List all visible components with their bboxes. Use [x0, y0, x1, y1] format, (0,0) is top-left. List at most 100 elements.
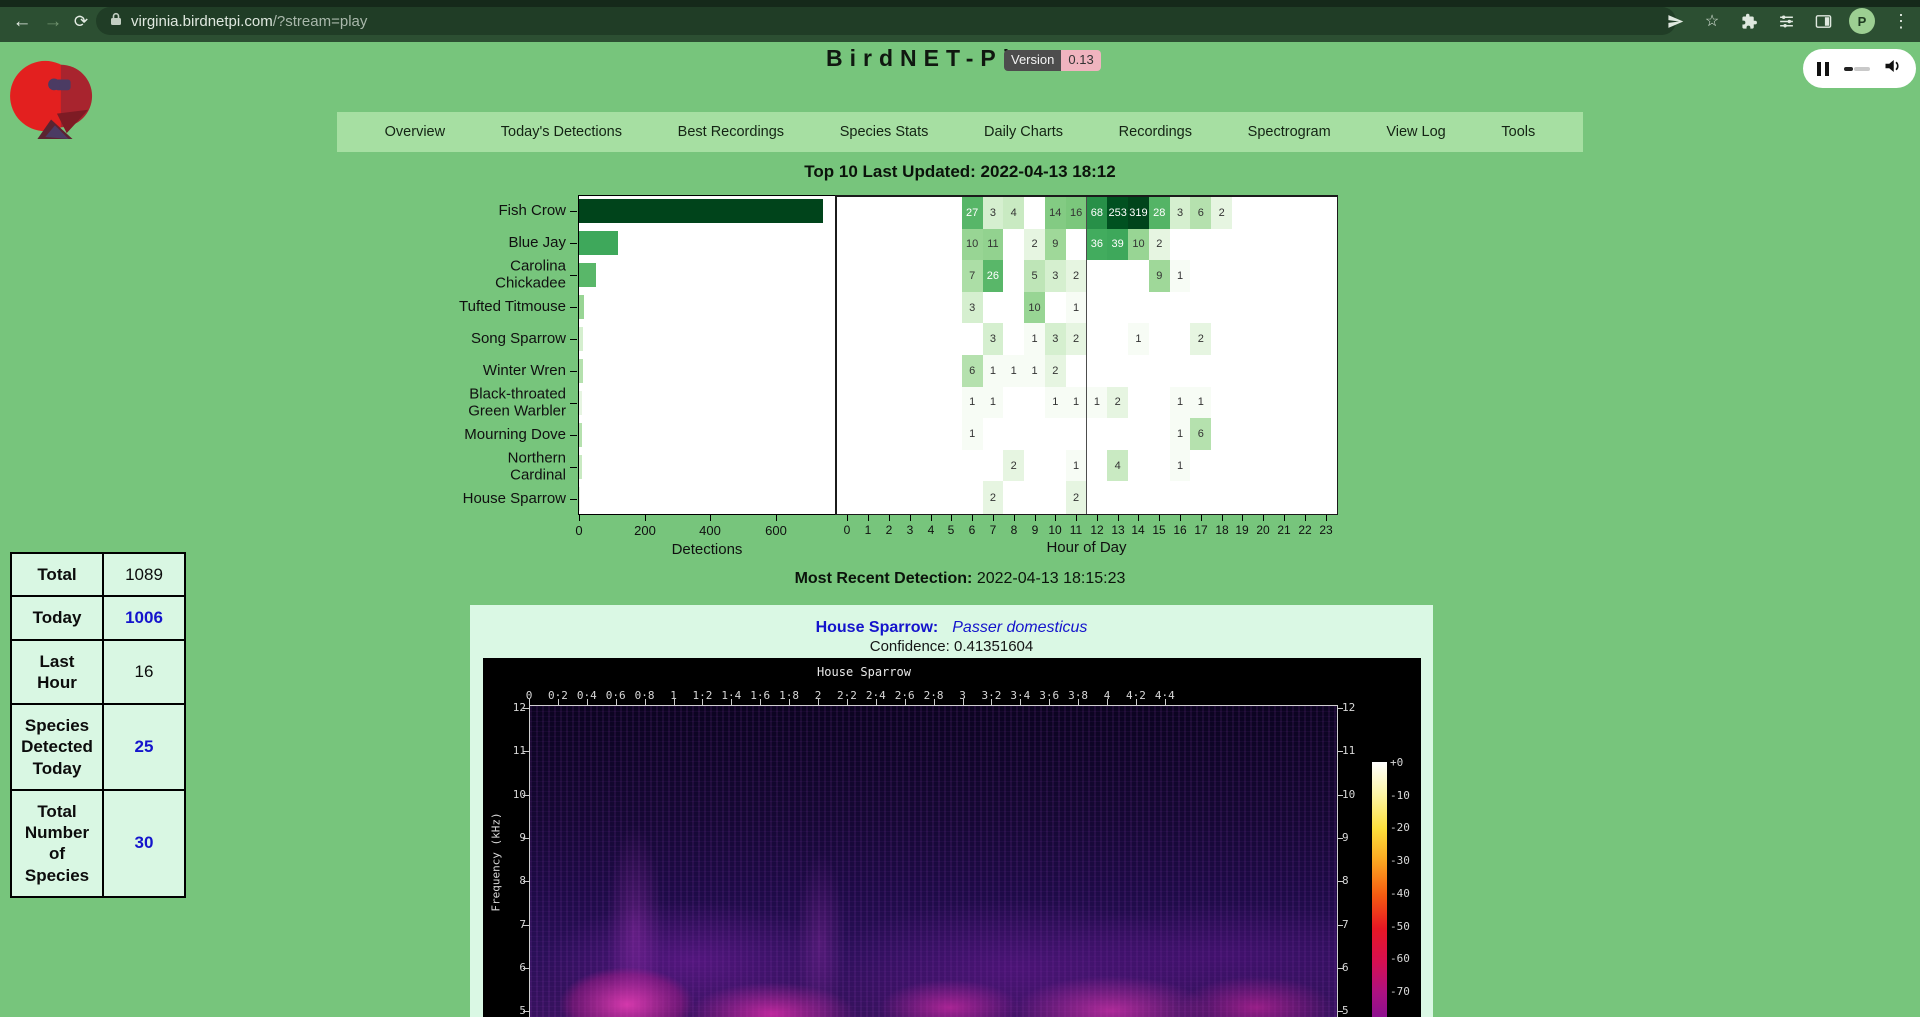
heatmap-cell [1024, 197, 1046, 230]
heatmap-cell: 2 [1003, 450, 1025, 483]
heatmap-cell [899, 418, 921, 451]
heatmap-cell: 1 [1170, 418, 1192, 451]
heatmap-cell: 1 [1066, 292, 1088, 325]
page: ← → ⟳ virginia.birdnetpi.com/?stream=pla… [0, 0, 1920, 1017]
heatmap-cell [1211, 229, 1233, 262]
heatmap-cell [1294, 323, 1316, 356]
stats-row: Today1006 [11, 596, 185, 639]
heatmap-cell [1232, 323, 1254, 356]
colorbar-tick-label: -60 [1390, 952, 1410, 965]
most-recent-time: 2022-04-13 18:15:23 [977, 570, 1126, 587]
heatmap-cell [837, 260, 859, 293]
heatmap-cell: 1 [1024, 323, 1046, 356]
spectro-x-tick [876, 699, 877, 705]
heatmap-panel: 2734141668253319283621011293639102726532… [835, 195, 1338, 515]
detection-species-line: House Sparrow: Passer domesticus [470, 619, 1433, 637]
heatmap-cell [1232, 387, 1254, 420]
spectro-y-tick-label-right: 12 [1342, 701, 1366, 714]
heatmap-cell: 1 [1024, 355, 1046, 388]
detection-bar [579, 263, 596, 287]
heatmap-cell [879, 323, 901, 356]
heatmap-cell: 6 [1190, 197, 1212, 230]
heatmap-cell: 14 [1045, 197, 1067, 230]
spectro-y-tick-label-right: 6 [1342, 961, 1366, 974]
heatmap-cell [1274, 355, 1296, 388]
heatmap-cell: 39 [1107, 229, 1129, 262]
hour-tick [1014, 515, 1015, 521]
species-tick [570, 371, 577, 372]
spectro-x-tick [789, 699, 790, 705]
spectro-y-tick [523, 751, 529, 752]
species-label: Winter Wren [448, 363, 566, 380]
heatmap-cell [899, 323, 921, 356]
heatmap-cell [941, 197, 963, 230]
colorbar-tick-label: -70 [1390, 985, 1410, 998]
detection-scientific-name[interactable]: Passer domesticus [952, 619, 1087, 636]
heatmap-cell [1253, 481, 1275, 514]
bar-x-tick [710, 515, 711, 521]
heatmap-cell [1190, 229, 1212, 262]
heatmap-cell [941, 481, 963, 514]
heatmap-cell [1190, 450, 1212, 483]
heatmap-cell: 7 [962, 260, 984, 293]
hour-tick [1159, 515, 1160, 521]
heatmap-cell [1087, 355, 1109, 388]
heatmap-cell [1294, 355, 1316, 388]
heatmap-cell: 5 [1024, 260, 1046, 293]
heatmap-cell [899, 387, 921, 420]
heatmap-cell [920, 260, 942, 293]
heatmap-cell [1274, 387, 1296, 420]
heatmap-cell [1066, 355, 1088, 388]
heatmap-cell [1128, 292, 1150, 325]
spectro-x-tick [1020, 699, 1021, 705]
heatmap-cell: 36 [1087, 229, 1109, 262]
heatmap-cell [858, 418, 880, 451]
heatmap-cell: 68 [1087, 197, 1109, 230]
heatmap-cell [858, 229, 880, 262]
hour-tick [889, 515, 890, 521]
heatmap-cell: 10 [1128, 229, 1150, 262]
heatmap-cell [941, 292, 963, 325]
heatmap-cell [1315, 418, 1337, 451]
heatmap-cell [1253, 197, 1275, 230]
hour-tick [1097, 515, 1098, 521]
top10-chart: 2734141668253319283621011293639102726532… [0, 0, 1920, 560]
spectro-x-tick [702, 699, 703, 705]
heatmap-cell [1149, 418, 1171, 451]
hour-tick [951, 515, 952, 521]
spectro-y-tick-right [1337, 968, 1343, 969]
spectro-y-tick [523, 968, 529, 969]
hour-tick [1055, 515, 1056, 521]
heatmap-cell [1315, 260, 1337, 293]
spectro-y-tick-label: 7 [504, 918, 526, 931]
colorbar-tick-label: -30 [1390, 854, 1410, 867]
heatmap-cell [1294, 197, 1316, 230]
stats-label: Today [11, 596, 103, 639]
bar-x-tick [645, 515, 646, 521]
spectrogram-colorbar [1372, 762, 1387, 1017]
stats-value[interactable]: 1006 [103, 596, 185, 639]
stats-value[interactable]: 30 [103, 790, 185, 897]
stats-value[interactable]: 25 [103, 704, 185, 790]
stats-label: Species Detected Today [11, 704, 103, 790]
spectro-x-tick [558, 699, 559, 705]
heatmap-cell: 1 [983, 387, 1005, 420]
heatmap-cell [1274, 260, 1296, 293]
heatmap-cell: 3 [962, 292, 984, 325]
heatmap-cell: 1 [1170, 387, 1192, 420]
heatmap-cell [1253, 292, 1275, 325]
heatmap-cell: 1 [983, 355, 1005, 388]
heatmap-cell [837, 229, 859, 262]
heatmap-cell [1087, 481, 1109, 514]
heatmap-cell [1190, 260, 1212, 293]
hour-tick [931, 515, 932, 521]
detection-common-name[interactable]: House Sparrow: [816, 619, 939, 636]
heatmap-cell [1170, 292, 1192, 325]
heatmap-cell [1045, 481, 1067, 514]
spectro-y-tick [523, 708, 529, 709]
heatmap-cell [837, 323, 859, 356]
heatmap-cell [1003, 481, 1025, 514]
species-label: Mourning Dove [448, 427, 566, 444]
heatmap-cell [1003, 292, 1025, 325]
heatmap-cell: 1 [1045, 387, 1067, 420]
